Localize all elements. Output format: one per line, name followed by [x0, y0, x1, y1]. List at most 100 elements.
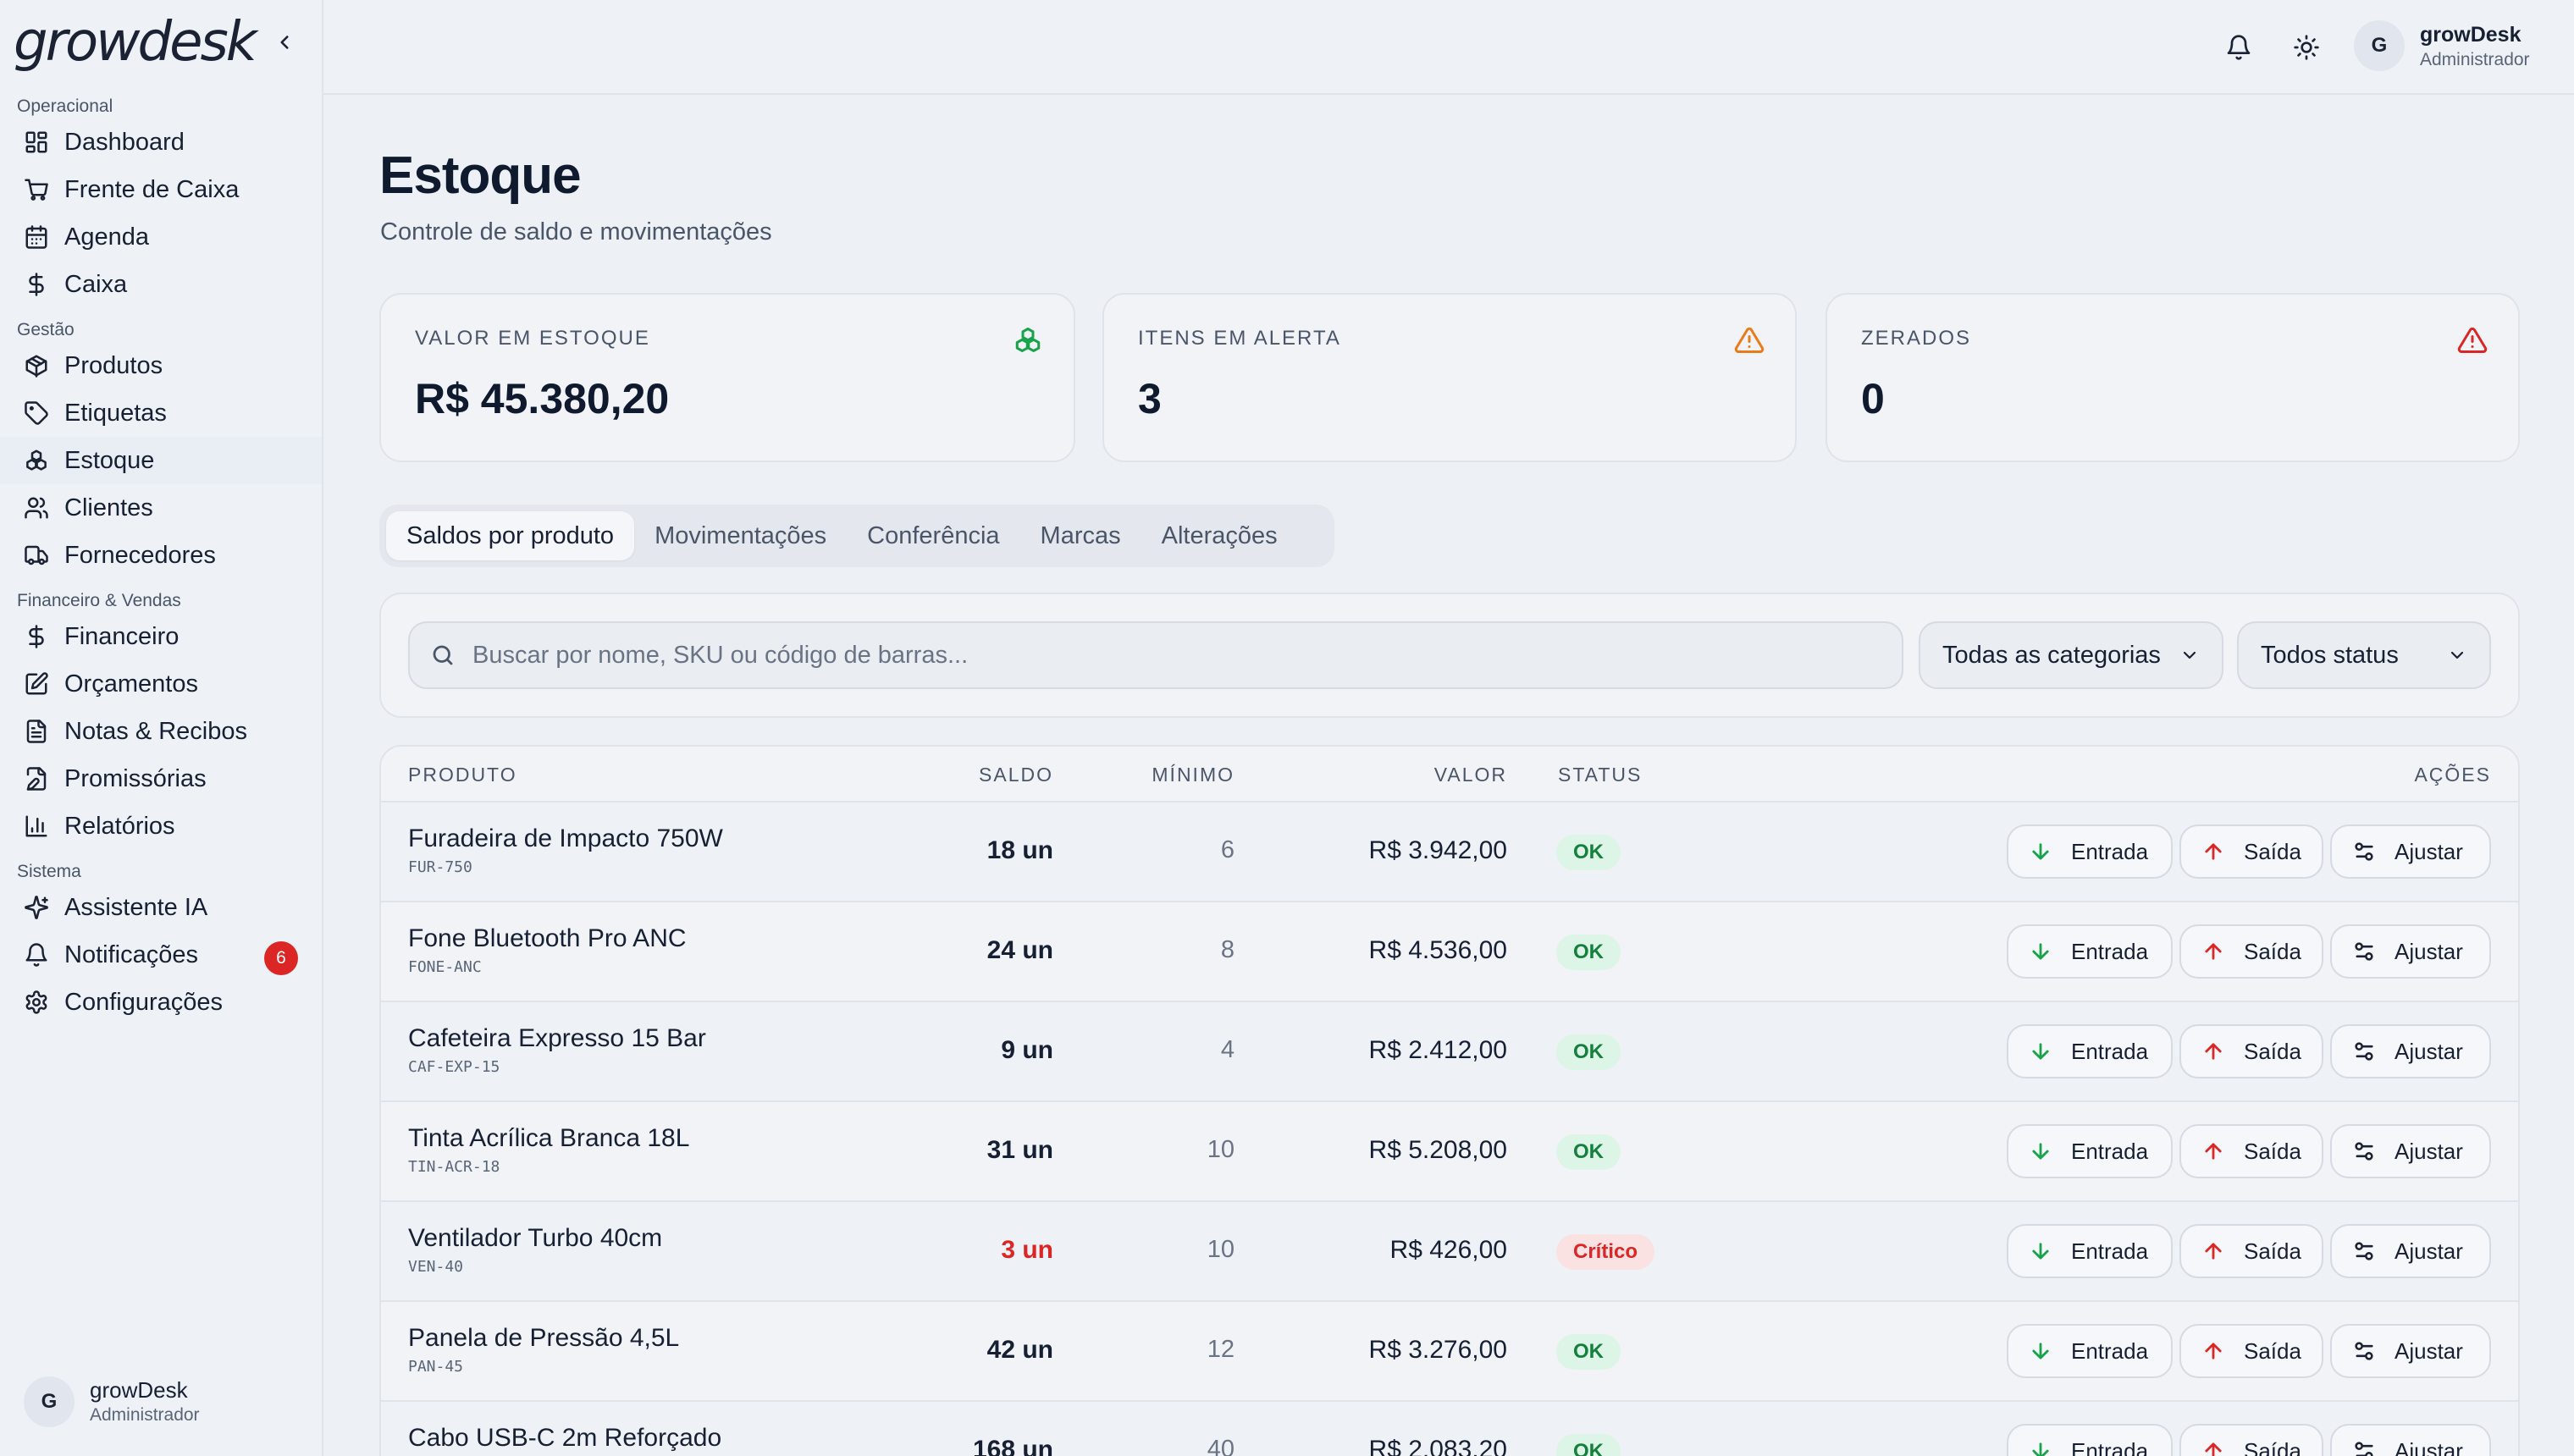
- saida-label: Saída: [2244, 1238, 2301, 1264]
- notifications-button[interactable]: [2220, 29, 2257, 66]
- search-input[interactable]: [472, 641, 1827, 670]
- sidebar-item-frente-de-caixa[interactable]: Frente de Caixa: [0, 166, 322, 213]
- row-actions: Entrada Saída Ajustar: [2007, 1424, 2491, 1456]
- dashboard-icon: [22, 128, 51, 157]
- sidebar-item-estoque[interactable]: Estoque: [0, 437, 322, 484]
- arrow-up-icon: [2201, 1139, 2225, 1163]
- minimum-stock: 10: [1207, 1136, 1235, 1163]
- saida-button[interactable]: Saída: [2179, 1324, 2323, 1378]
- sidebar-item-clientes[interactable]: Clientes: [0, 484, 322, 532]
- arrow-down-icon: [2029, 1040, 2052, 1063]
- table-row: Cafeteira Expresso 15 Bar CAF-EXP-15 9 un 4…: [381, 1002, 2518, 1102]
- arrow-up-icon: [2201, 1040, 2225, 1063]
- dollar-icon: [22, 622, 51, 651]
- sidebar-item-label: Etiquetas: [64, 399, 167, 427]
- sun-icon: [2293, 34, 2320, 61]
- search-box: [408, 621, 1903, 689]
- sidebar-item-label: Estoque: [64, 446, 155, 474]
- entrada-button[interactable]: Entrada: [2007, 825, 2173, 879]
- ajustar-button[interactable]: Ajustar: [2330, 1324, 2491, 1378]
- sidebar-item-promissorias[interactable]: Promissórias: [0, 755, 322, 802]
- table-row: Furadeira de Impacto 750W FUR-750 18 un 6 R$…: [381, 802, 2518, 902]
- theme-toggle-button[interactable]: [2288, 29, 2325, 66]
- saida-button[interactable]: Saída: [2179, 1424, 2323, 1456]
- sidebar-item-configuracoes[interactable]: Configurações: [0, 979, 322, 1026]
- sidebar-item-assistente-ia[interactable]: Assistente IA: [0, 884, 322, 931]
- tab-movimentacoes[interactable]: Movimentações: [634, 511, 847, 560]
- category-select[interactable]: Todas as categorias: [1919, 621, 2223, 689]
- ajustar-button[interactable]: Ajustar: [2330, 825, 2491, 879]
- collapse-sidebar-button[interactable]: [268, 25, 301, 59]
- tab-saldos-por-produto[interactable]: Saldos por produto: [386, 511, 635, 560]
- sidebar-item-relatorios[interactable]: Relatórios: [0, 802, 322, 850]
- saida-button[interactable]: Saída: [2179, 1124, 2323, 1178]
- sidebar-item-agenda[interactable]: Agenda: [0, 213, 322, 261]
- sidebar-item-label: Agenda: [64, 223, 149, 251]
- ajustar-button[interactable]: Ajustar: [2330, 1224, 2491, 1278]
- ajustar-button[interactable]: Ajustar: [2330, 1124, 2491, 1178]
- user-name: growDesk: [90, 1377, 188, 1403]
- sidebar-item-notificacoes[interactable]: Notificações 6: [0, 931, 322, 979]
- sliders-icon: [2352, 1239, 2376, 1263]
- status-select[interactable]: Todos status: [2237, 621, 2491, 689]
- tab-marcas[interactable]: Marcas: [1020, 511, 1141, 560]
- entrada-button[interactable]: Entrada: [2007, 1124, 2173, 1178]
- arrow-down-icon: [2029, 840, 2052, 863]
- saida-button[interactable]: Saída: [2179, 1024, 2323, 1078]
- stock-value: R$ 3.276,00: [1368, 1336, 1507, 1364]
- warning-icon: [1734, 325, 1765, 356]
- saida-label: Saída: [2244, 1138, 2301, 1164]
- entrada-button[interactable]: Entrada: [2007, 924, 2173, 979]
- kpi-value: R$ 45.380,20: [415, 375, 670, 422]
- search-icon: [430, 643, 456, 668]
- sidebar-item-caixa[interactable]: Caixa: [0, 261, 322, 308]
- product-name: Cafeteira Expresso 15 Bar: [408, 1024, 706, 1052]
- saida-button[interactable]: Saída: [2179, 924, 2323, 979]
- sidebar-item-label: Frente de Caixa: [64, 175, 240, 203]
- sidebar-item-label: Dashboard: [64, 128, 185, 156]
- saida-button[interactable]: Saída: [2179, 1224, 2323, 1278]
- row-actions: Entrada Saída Ajustar: [2007, 1324, 2491, 1378]
- status-badge: OK: [1556, 935, 1621, 970]
- sidebar-item-produtos[interactable]: Produtos: [0, 342, 322, 389]
- sidebar-item-label: Relatórios: [64, 812, 175, 840]
- entrada-button[interactable]: Entrada: [2007, 1424, 2173, 1456]
- stock-balance: 42 un: [986, 1336, 1053, 1364]
- table-row: Cabo USB-C 2m Reforçado 168 un 40 R$ 2.083,…: [381, 1402, 2518, 1456]
- ajustar-label: Ajustar: [2394, 1337, 2463, 1364]
- ajustar-button[interactable]: Ajustar: [2330, 1024, 2491, 1078]
- brand-logo[interactable]: growdesk: [14, 12, 257, 73]
- header-valor: VALOR: [1433, 764, 1507, 786]
- product-sku: VEN-40: [408, 1258, 464, 1276]
- sidebar-item-dashboard[interactable]: Dashboard: [0, 119, 322, 166]
- boxes-icon: [22, 446, 51, 475]
- page-subtitle: Controle de saldo e movimentações: [380, 218, 772, 245]
- boxes-icon: [1013, 325, 1043, 356]
- ajustar-button[interactable]: Ajustar: [2330, 1424, 2491, 1456]
- entrada-button[interactable]: Entrada: [2007, 1024, 2173, 1078]
- entrada-button[interactable]: Entrada: [2007, 1324, 2173, 1378]
- status-badge: OK: [1556, 1334, 1621, 1370]
- sidebar-item-fornecedores[interactable]: Fornecedores: [0, 532, 322, 579]
- sidebar-item-orcamentos[interactable]: Orçamentos: [0, 660, 322, 708]
- minimum-stock: 8: [1220, 936, 1235, 963]
- topbar-user-menu[interactable]: G growDesk Administrador: [2354, 20, 2530, 71]
- status-badge: Crítico: [1556, 1234, 1655, 1270]
- entrada-button[interactable]: Entrada: [2007, 1224, 2173, 1278]
- stock-balance: 31 un: [986, 1136, 1053, 1164]
- calendar-icon: [22, 223, 51, 251]
- ajustar-label: Ajustar: [2394, 1038, 2463, 1064]
- status-badge: OK: [1556, 1034, 1621, 1070]
- tab-alteracoes[interactable]: Alterações: [1141, 511, 1298, 560]
- header-produto: PRODUTO: [408, 764, 517, 786]
- sidebar-item-etiquetas[interactable]: Etiquetas: [0, 389, 322, 437]
- ajustar-button[interactable]: Ajustar: [2330, 924, 2491, 979]
- sidebar-user[interactable]: G growDesk Administrador: [24, 1376, 200, 1427]
- tab-conferencia[interactable]: Conferência: [847, 511, 1019, 560]
- sidebar-item-financeiro[interactable]: Financeiro: [0, 613, 322, 660]
- table-row: Ventilador Turbo 40cm VEN-40 3 un 10 R$ 426,…: [381, 1202, 2518, 1302]
- ajustar-label: Ajustar: [2394, 1138, 2463, 1164]
- sidebar-item-notas-recibos[interactable]: Notas & Recibos: [0, 708, 322, 755]
- saida-button[interactable]: Saída: [2179, 825, 2323, 879]
- truck-icon: [22, 541, 51, 570]
